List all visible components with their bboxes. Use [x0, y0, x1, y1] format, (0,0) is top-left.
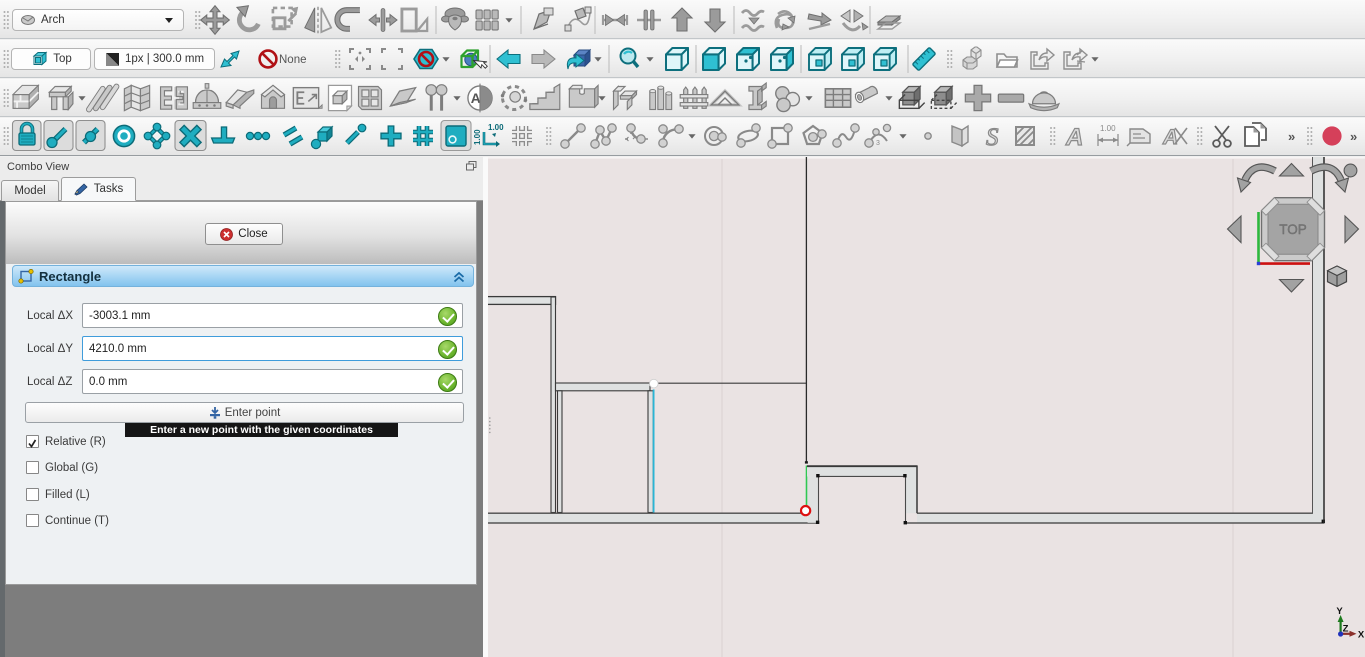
svg-text:1.00: 1.00: [473, 129, 482, 145]
svg-text:1.00: 1.00: [488, 123, 504, 132]
svg-text:»: »: [1350, 129, 1357, 144]
svg-text:None: None: [279, 54, 307, 66]
svg-text:A: A: [471, 91, 481, 106]
svg-text:TOP: TOP: [1279, 222, 1307, 237]
svg-text:»: »: [1288, 129, 1295, 144]
svg-text:S: S: [986, 124, 999, 151]
svg-text:X: X: [1358, 630, 1365, 641]
svg-text:3: 3: [876, 140, 880, 147]
svg-text:Y: Y: [1336, 606, 1343, 617]
svg-text:1.00: 1.00: [1100, 124, 1116, 133]
svg-text:A: A: [1065, 124, 1083, 151]
svg-text:Z: Z: [1343, 624, 1349, 635]
